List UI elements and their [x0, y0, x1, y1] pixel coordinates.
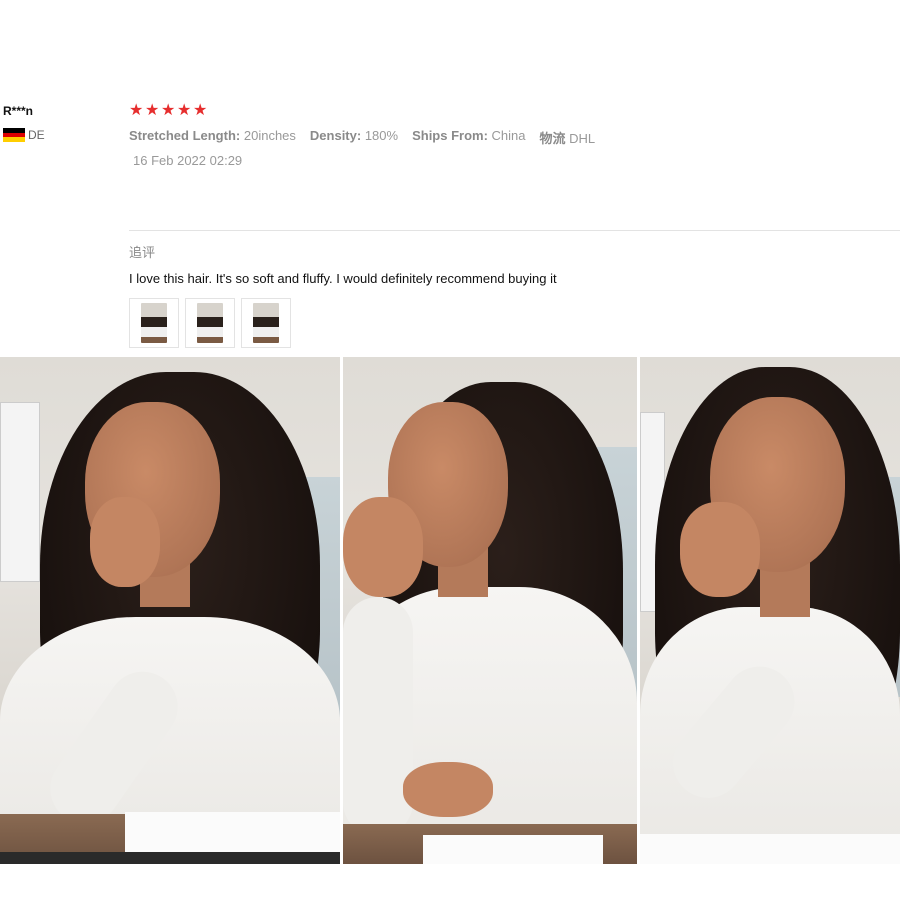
- star-icon: ★: [177, 102, 192, 119]
- spec-item: Density: 180%: [309, 128, 399, 143]
- star-rating: ★ ★ ★ ★ ★: [129, 103, 207, 119]
- review-photo-1[interactable]: [0, 357, 340, 864]
- review-photo-gallery: [0, 357, 900, 864]
- review-text: I love this hair. It's so soft and fluff…: [129, 271, 557, 286]
- star-icon: ★: [129, 102, 144, 119]
- spec-item: 物流 DHL: [539, 131, 596, 146]
- divider: [129, 230, 900, 231]
- star-icon: ★: [193, 102, 208, 119]
- country-code: DE: [28, 128, 45, 142]
- followup-label: 追评: [129, 245, 156, 260]
- star-icon: ★: [145, 102, 160, 119]
- review-photo-3[interactable]: [640, 357, 900, 864]
- reviewer-name: R***n: [3, 104, 34, 118]
- spec-item: Ships From: China: [412, 128, 526, 143]
- product-specs: Stretched Length: 20inches Density: 180%…: [129, 128, 595, 147]
- spec-item: Stretched Length: 20inches: [129, 128, 296, 143]
- thumbnail-strip: [129, 298, 291, 348]
- review-thumbnail-1[interactable]: [129, 298, 179, 348]
- review-thumbnail-3[interactable]: [241, 298, 291, 348]
- review-photo-2[interactable]: [343, 357, 637, 864]
- star-icon: ★: [161, 102, 176, 119]
- review-thumbnail-2[interactable]: [185, 298, 235, 348]
- germany-flag-icon: [3, 128, 25, 143]
- reviewer-country: DE: [3, 128, 45, 143]
- review-date: 16 Feb 2022 02:29: [133, 153, 243, 168]
- reviewer-info: R***n DE: [3, 104, 45, 143]
